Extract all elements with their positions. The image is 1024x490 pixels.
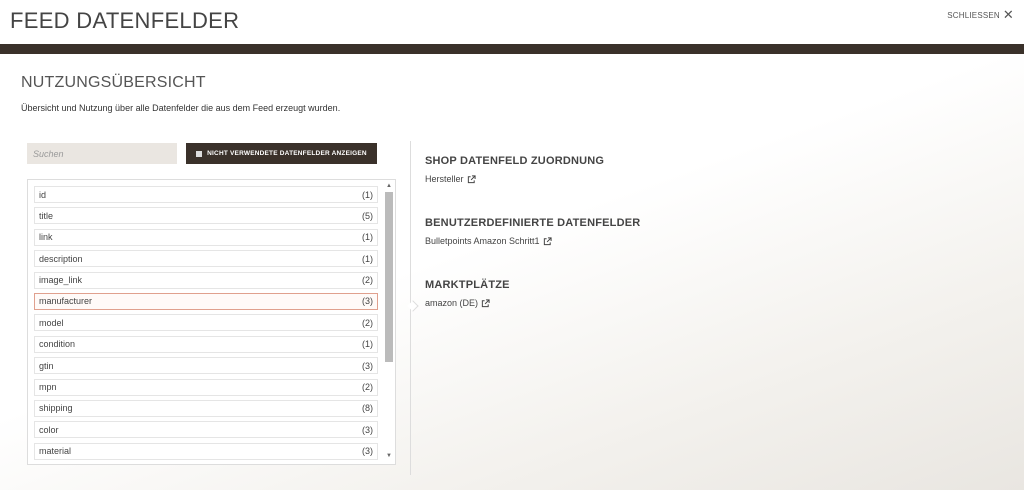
section-subtitle: Übersicht und Nutzung über alle Datenfel… bbox=[21, 103, 341, 113]
field-list-item[interactable]: shipping (8) bbox=[34, 399, 378, 417]
main-panel: NUTZUNGSÜBERSICHT Übersicht und Nutzung … bbox=[0, 54, 1024, 490]
top-bar: FEED DATENFELDER SCHLIESSEN ✕ bbox=[0, 0, 1024, 44]
field-name: image_link bbox=[39, 275, 83, 286]
field-name: material bbox=[39, 446, 72, 457]
custom-fields-link[interactable]: Bulletpoints Amazon Schritt1 bbox=[425, 236, 552, 246]
field-list-item[interactable]: gtin (3) bbox=[34, 357, 378, 375]
marketplaces-heading: MARKTPLÄTZE bbox=[425, 279, 510, 291]
field-list-item[interactable]: condition (1) bbox=[34, 335, 378, 353]
field-usage-count: (8) bbox=[362, 403, 373, 414]
field-list-item[interactable]: id (1) bbox=[34, 186, 378, 203]
field-usage-count: (2) bbox=[362, 317, 373, 328]
shop-mapping-link-label: Hersteller bbox=[425, 174, 464, 184]
shop-mapping-link[interactable]: Hersteller bbox=[425, 174, 476, 184]
shop-mapping-section: SHOP DATENFELD ZUORDNUNG Hersteller bbox=[425, 155, 604, 184]
show-unused-fields-label: NICHT VERWENDETE DATENFELDER ANZEIGEN bbox=[207, 150, 367, 157]
scroll-up-icon[interactable]: ▲ bbox=[385, 182, 393, 190]
field-usage-count: (1) bbox=[362, 189, 373, 200]
field-list: id (1) title (5) link (1) description (1) image_… bbox=[34, 186, 378, 464]
field-name: model bbox=[39, 317, 64, 328]
field-usage-count: (1) bbox=[362, 339, 373, 350]
field-usage-count: (1) bbox=[362, 232, 373, 243]
field-list-item[interactable]: mpn (2) bbox=[34, 378, 378, 396]
scroll-thumb[interactable] bbox=[385, 192, 393, 362]
field-list-item[interactable]: model (2) bbox=[34, 314, 378, 332]
close-icon: ✕ bbox=[1002, 7, 1014, 22]
field-name: link bbox=[39, 232, 53, 243]
field-list-item[interactable]: description (1) bbox=[34, 250, 378, 268]
field-list-item[interactable]: title (5) bbox=[34, 207, 378, 225]
custom-fields-section: BENUTZERDEFINIERTE DATENFELDER Bulletpoi… bbox=[425, 217, 640, 246]
field-usage-count: (5) bbox=[362, 210, 373, 221]
field-list-item[interactable]: link (1) bbox=[34, 228, 378, 246]
field-usage-count: (3) bbox=[362, 446, 373, 457]
field-name: color bbox=[39, 424, 59, 435]
scroll-down-icon[interactable]: ▼ bbox=[385, 452, 393, 460]
field-usage-count: (2) bbox=[362, 275, 373, 286]
checkbox-icon bbox=[196, 150, 203, 157]
show-unused-fields-button[interactable]: NICHT VERWENDETE DATENFELDER ANZEIGEN bbox=[186, 143, 377, 164]
header-band bbox=[0, 44, 1024, 54]
custom-fields-heading: BENUTZERDEFINIERTE DATENFELDER bbox=[425, 217, 641, 229]
field-name: description bbox=[39, 253, 83, 264]
shop-mapping-heading: SHOP DATENFELD ZUORDNUNG bbox=[425, 155, 605, 167]
field-name: mpn bbox=[39, 382, 57, 393]
close-button[interactable]: SCHLIESSEN ✕ bbox=[947, 7, 1014, 22]
section-title: NUTZUNGSÜBERSICHT bbox=[21, 74, 206, 91]
list-scrollbar[interactable]: ▲ ▼ bbox=[383, 180, 395, 464]
field-usage-count: (3) bbox=[362, 360, 373, 371]
field-list-item[interactable]: color (3) bbox=[34, 421, 378, 439]
page-title: FEED DATENFELDER bbox=[10, 8, 240, 33]
custom-fields-link-label: Bulletpoints Amazon Schritt1 bbox=[425, 236, 540, 246]
field-list-item[interactable]: image_link (2) bbox=[34, 271, 378, 289]
field-usage-count: (2) bbox=[362, 382, 373, 393]
marketplace-link-label: amazon (DE) bbox=[425, 298, 479, 308]
field-usage-count: (1) bbox=[362, 253, 373, 264]
field-usage-count: (3) bbox=[362, 424, 373, 435]
field-name: id bbox=[39, 189, 47, 200]
external-link-icon bbox=[467, 174, 476, 183]
external-link-icon bbox=[543, 236, 552, 245]
field-usage-count: (3) bbox=[362, 296, 373, 307]
field-name: title bbox=[39, 210, 54, 221]
marketplaces-section: MARKTPLÄTZE amazon (DE) bbox=[425, 279, 510, 308]
marketplace-link[interactable]: amazon (DE) bbox=[425, 298, 490, 308]
external-link-icon bbox=[481, 298, 490, 307]
field-name: condition bbox=[39, 339, 76, 350]
field-list-container: id (1) title (5) link (1) description (1) image_… bbox=[27, 179, 396, 465]
field-name: gtin bbox=[39, 360, 54, 371]
field-name: manufacturer bbox=[39, 296, 93, 307]
field-list-item[interactable]: manufacturer (3) bbox=[34, 292, 378, 310]
search-input[interactable] bbox=[27, 143, 177, 164]
close-label: SCHLIESSEN bbox=[947, 10, 1000, 20]
field-list-item[interactable]: material (3) bbox=[34, 442, 378, 460]
field-name: shipping bbox=[39, 403, 73, 414]
